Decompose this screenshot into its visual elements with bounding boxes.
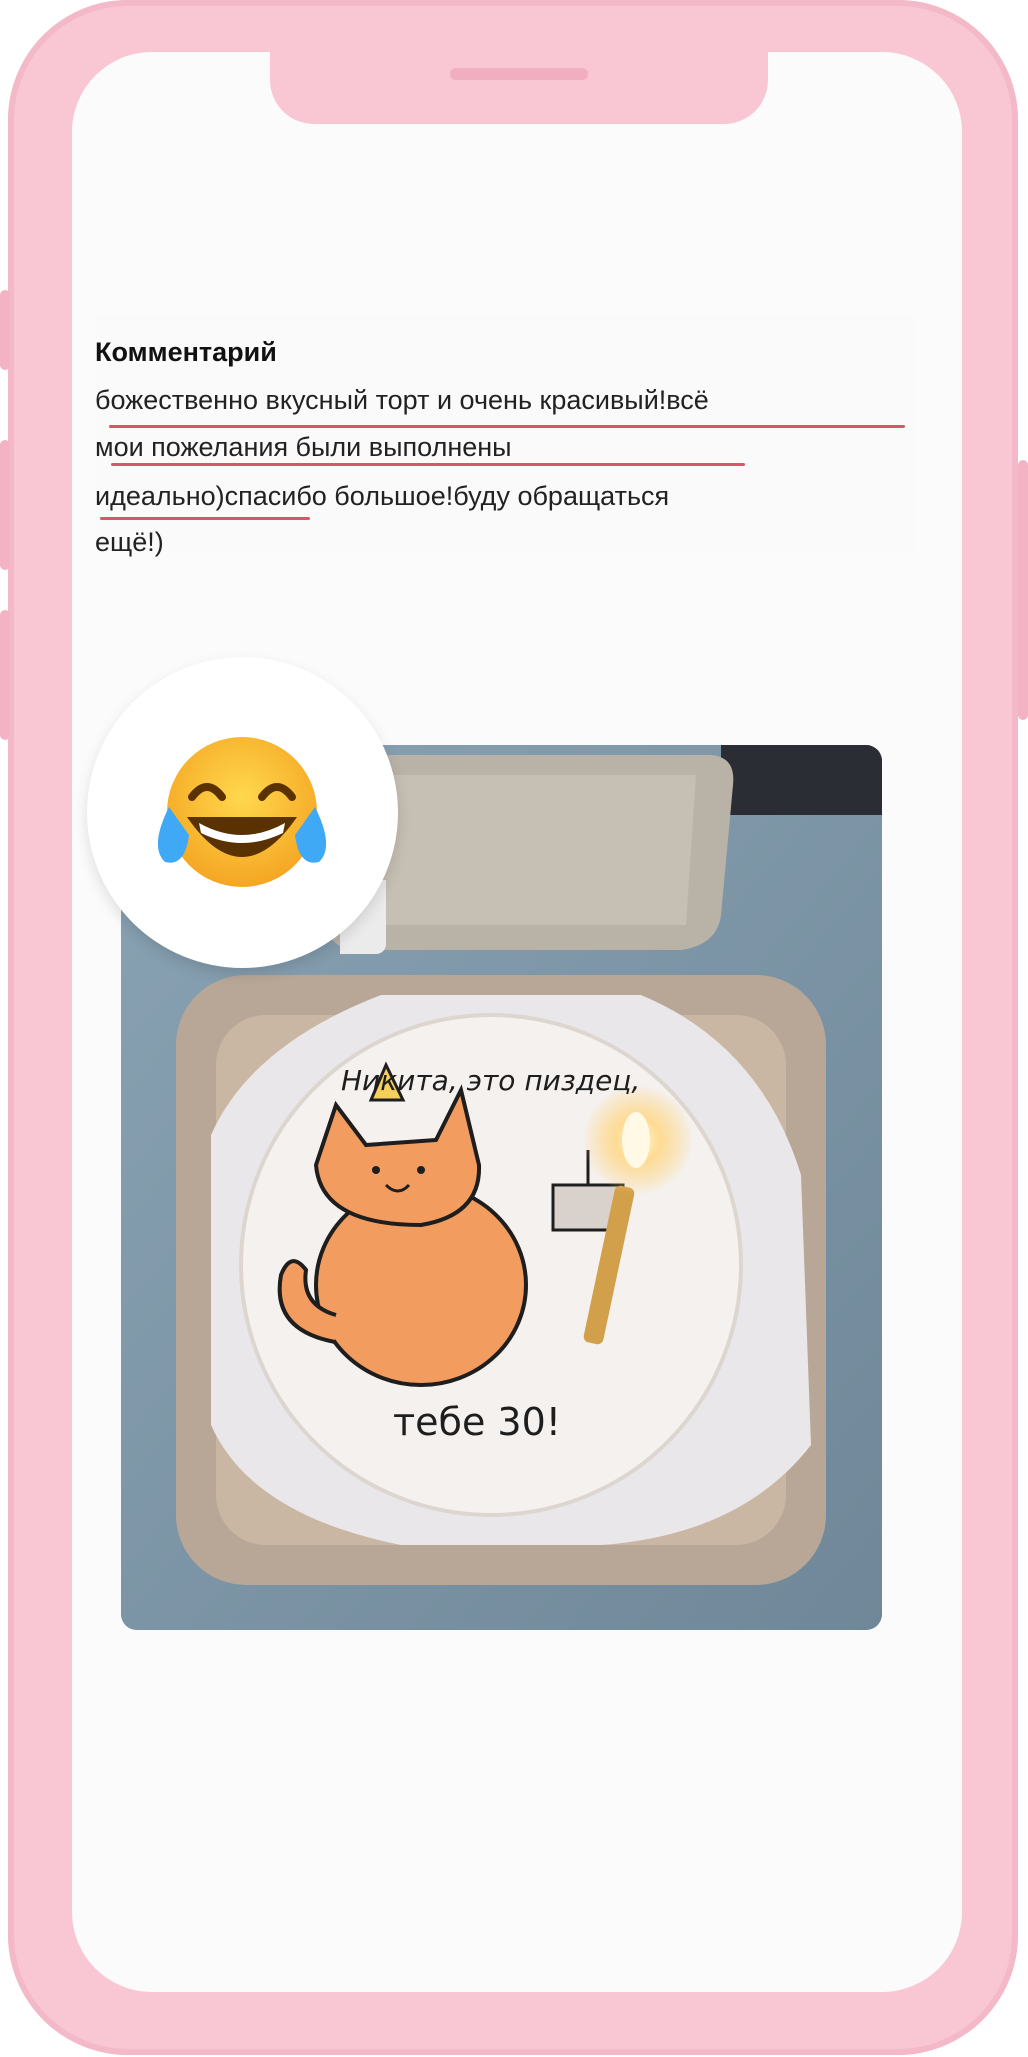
face-with-tears-of-joy-icon bbox=[157, 737, 327, 887]
cake-text-top: Никита, это пиздец, bbox=[341, 1064, 640, 1097]
comment-line: божественно вкусный торт и очень красивы… bbox=[95, 385, 709, 415]
comment-line: ещё!) bbox=[95, 527, 164, 557]
comment-line: мои пожелания были выполнены bbox=[95, 432, 512, 462]
phone-side-button bbox=[0, 290, 10, 370]
highlight-underline bbox=[109, 425, 905, 428]
highlight-underline bbox=[111, 463, 745, 466]
phone-side-button bbox=[0, 610, 10, 740]
highlight-underline bbox=[100, 517, 310, 520]
reaction-bubble bbox=[87, 657, 398, 968]
phone-speaker bbox=[450, 68, 588, 80]
phone-side-button bbox=[0, 440, 10, 570]
comment-title: Комментарий bbox=[95, 337, 277, 367]
comment-line: идеально)спасибо большое!буду обращаться bbox=[95, 481, 670, 511]
phone-side-button bbox=[1018, 460, 1028, 720]
cake-text-bottom: тебе 30! bbox=[393, 1400, 561, 1444]
phone-notch bbox=[270, 52, 768, 124]
comment-card: Комментарий божественно вкусный торт и о… bbox=[95, 315, 915, 557]
